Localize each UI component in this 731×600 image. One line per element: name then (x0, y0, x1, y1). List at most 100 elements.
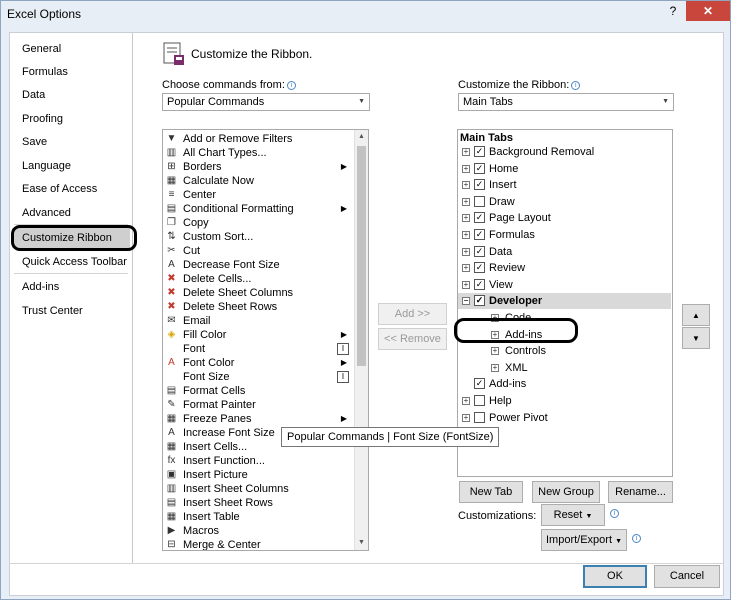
command-item[interactable]: ✂ Cut (165, 244, 349, 258)
command-item[interactable]: A Font Color ▶ (165, 356, 349, 370)
expand-icon[interactable]: + (491, 347, 499, 356)
command-item[interactable]: ▦ Freeze Panes ▶ (165, 412, 349, 426)
command-item[interactable]: ⊟ Merge & Center (165, 538, 349, 550)
nav-item-advanced[interactable]: Advanced (12, 203, 130, 223)
command-item[interactable]: ▤ Conditional Formatting ▶ (165, 202, 349, 216)
command-item[interactable]: A Decrease Font Size (165, 258, 349, 272)
nav-item-trust-center[interactable]: Trust Center (12, 301, 130, 321)
new-tab-button[interactable]: New Tab (459, 481, 523, 503)
command-item[interactable]: ▤ Insert Sheet Rows (165, 496, 349, 510)
commands-scrollbar[interactable]: ▲ ▼ (354, 130, 368, 550)
tree-group-item[interactable]: + XML (458, 360, 658, 376)
tree-tab-item[interactable]: + ✓ Review (458, 260, 658, 276)
tab-checkbox[interactable]: ✓ (474, 146, 485, 157)
tree-tab-item[interactable]: + Power Pivot (458, 410, 658, 426)
expand-icon[interactable]: + (462, 214, 470, 223)
command-item[interactable]: ✉ Email (165, 314, 349, 328)
scroll-down-icon[interactable]: ▼ (355, 536, 368, 550)
nav-item-quick-access-toolbar[interactable]: Quick Access Toolbar (12, 252, 130, 272)
ok-button[interactable]: OK (583, 565, 647, 588)
command-item[interactable]: ❐ Copy (165, 216, 349, 230)
import-export-button[interactable]: Import/Export ▼ (541, 529, 627, 551)
tab-checkbox[interactable]: ✓ (474, 212, 485, 224)
rename-button[interactable]: Rename... (608, 481, 673, 503)
expand-icon[interactable]: + (462, 247, 470, 256)
info-icon[interactable]: i (610, 509, 619, 518)
command-item[interactable]: ✎ Format Painter (165, 398, 349, 412)
cancel-button[interactable]: Cancel (654, 565, 720, 588)
tree-tab-item[interactable]: + Draw (458, 194, 658, 210)
tab-checkbox[interactable]: ✓ (474, 262, 485, 274)
customize-ribbon-dropdown[interactable]: Main Tabs ▼ (458, 93, 674, 111)
nav-item-add-ins[interactable]: Add-ins (12, 277, 130, 297)
command-item[interactable]: Font I (165, 342, 349, 356)
collapse-icon[interactable]: − (462, 297, 470, 306)
info-icon[interactable]: i (286, 81, 296, 90)
tab-checkbox[interactable]: ✓ (474, 378, 485, 390)
tab-checkbox[interactable]: ✓ (474, 179, 485, 191)
tree-tab-item[interactable]: + ✓ Formulas (458, 227, 658, 243)
tree-tab-item[interactable]: − ✓ Developer (458, 293, 658, 309)
command-item[interactable]: ⇅ Custom Sort... (165, 230, 349, 244)
expand-icon[interactable]: + (462, 197, 470, 206)
tab-checkbox[interactable]: ✓ (474, 162, 485, 174)
tab-checkbox[interactable] (474, 395, 485, 406)
expand-icon[interactable]: + (462, 181, 470, 190)
command-item[interactable]: ▶ Macros (165, 524, 349, 538)
ribbon-tabs-tree[interactable]: Main Tabs + ✓ Background Removal + ✓ Home + ✓ In… (457, 129, 673, 477)
command-item[interactable]: ▦ Insert Table (165, 510, 349, 524)
commands-list[interactable]: ▲ ▼ ▼ Add or Remove Filters ▥ All Chart Typ… (162, 129, 369, 551)
expand-icon[interactable]: + (462, 231, 470, 239)
tree-tab-item[interactable]: + ✓ Data (458, 244, 658, 260)
command-item[interactable]: fx Insert Function... (165, 454, 349, 468)
close-button[interactable]: ✕ (686, 1, 730, 21)
expand-icon[interactable]: + (462, 280, 470, 289)
command-item[interactable]: ✖ Delete Sheet Rows (165, 300, 349, 314)
expand-icon[interactable]: + (491, 363, 499, 372)
command-item[interactable]: ⊞ Borders ▶ (165, 160, 349, 174)
expand-icon[interactable]: + (462, 164, 470, 173)
command-item[interactable]: Font Size I (165, 370, 349, 384)
scroll-up-icon[interactable]: ▲ (355, 130, 368, 144)
tab-checkbox[interactable] (474, 411, 485, 423)
add-button[interactable]: Add >> (378, 303, 447, 325)
expand-icon[interactable]: + (462, 413, 470, 422)
nav-item-ease-of-access[interactable]: Ease of Access (12, 179, 130, 199)
nav-item-formulas[interactable]: Formulas (12, 62, 130, 82)
tab-checkbox[interactable]: ✓ (474, 245, 485, 257)
tab-checkbox[interactable]: ✓ (474, 229, 485, 240)
nav-item-proofing[interactable]: Proofing (12, 109, 130, 129)
command-item[interactable]: ✖ Delete Sheet Columns (165, 286, 349, 300)
command-item[interactable]: ≡ Center (165, 188, 349, 202)
tree-tab-item[interactable]: + ✓ Page Layout (458, 210, 658, 226)
tab-checkbox[interactable]: ✓ (474, 278, 485, 290)
tree-tab-item[interactable]: + ✓ Home (458, 161, 658, 177)
command-item[interactable]: ▼ Add or Remove Filters (165, 132, 349, 146)
remove-button[interactable]: << Remove (378, 328, 447, 350)
tree-group-item[interactable]: + Controls (458, 343, 658, 359)
nav-item-data[interactable]: Data (12, 85, 130, 105)
nav-item-general[interactable]: General (12, 39, 130, 59)
tree-tab-item[interactable]: + ✓ Background Removal (458, 144, 658, 160)
tree-tab-item[interactable]: + ✓ Insert (458, 177, 658, 193)
command-item[interactable]: ▤ Format Cells (165, 384, 349, 398)
info-icon[interactable]: i (571, 81, 581, 90)
command-item[interactable]: ◈ Fill Color ▶ (165, 328, 349, 342)
new-group-button[interactable]: New Group (532, 481, 600, 503)
tree-tab-item[interactable]: + ✓ View (458, 277, 658, 293)
expand-icon[interactable]: + (462, 397, 470, 405)
scroll-thumb[interactable] (357, 146, 366, 366)
help-button[interactable]: ? (660, 1, 686, 21)
choose-commands-dropdown[interactable]: Popular Commands ▼ (162, 93, 370, 111)
tree-tab-item[interactable]: ✓ Add-ins (458, 376, 658, 392)
tab-checkbox[interactable]: ✓ (474, 295, 485, 307)
reset-button[interactable]: Reset ▼ (541, 504, 605, 526)
nav-item-language[interactable]: Language (12, 156, 130, 176)
expand-icon[interactable]: + (462, 264, 470, 273)
nav-item-save[interactable]: Save (12, 132, 130, 152)
command-item[interactable]: ▥ Insert Sheet Columns (165, 482, 349, 496)
command-item[interactable]: ▣ Insert Picture (165, 468, 349, 482)
command-item[interactable]: ▥ All Chart Types... (165, 146, 349, 160)
command-item[interactable]: ▦ Calculate Now (165, 174, 349, 188)
tab-checkbox[interactable] (474, 195, 485, 207)
